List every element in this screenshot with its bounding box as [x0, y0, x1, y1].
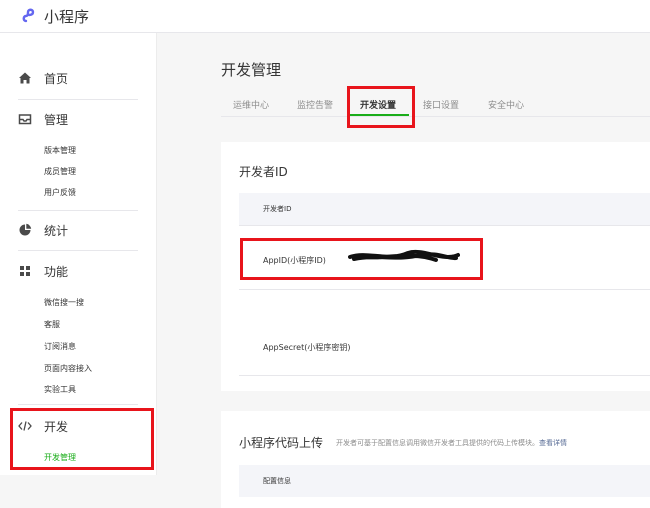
sidebar-item-label: 首页 — [44, 71, 69, 86]
table-header-label: 配置信息 — [263, 477, 291, 485]
sidebar-divider — [18, 99, 138, 100]
table-header: 开发者ID — [239, 193, 650, 225]
sidebar-subitem-version[interactable]: 版本管理 — [44, 145, 76, 156]
highlight-box-tab — [347, 86, 415, 128]
view-details-link[interactable]: 查看详情 — [539, 439, 567, 447]
app-name: 小程序 — [44, 8, 90, 26]
sidebar-subitem-members[interactable]: 成员管理 — [44, 166, 76, 177]
sidebar-subitem-lab-tools[interactable]: 实验工具 — [44, 384, 76, 395]
highlight-box-dev-nav — [10, 408, 154, 470]
tab-security-center[interactable]: 安全中心 — [488, 98, 524, 111]
sidebar-item-features[interactable]: 功能 — [18, 260, 68, 282]
card-title: 小程序代码上传 — [239, 436, 324, 450]
tab-monitoring[interactable]: 监控告警 — [297, 98, 333, 111]
row-divider — [239, 289, 650, 290]
sidebar-item-label: 统计 — [44, 223, 69, 238]
home-icon — [18, 71, 32, 85]
sidebar-item-stats[interactable]: 统计 — [18, 219, 68, 241]
tab-api-settings[interactable]: 接口设置 — [423, 98, 459, 111]
tabs-border — [221, 116, 650, 117]
sidebar-item-label: 管理 — [44, 112, 69, 127]
sidebar-subitem-wechat-search[interactable]: 微信搜一搜 — [44, 297, 84, 308]
card-description-text: 开发者可基于配置信息调用微信开发者工具提供的代码上传模块。 — [336, 439, 539, 447]
code-upload-card: 小程序代码上传 开发者可基于配置信息调用微信开发者工具提供的代码上传模块。查看详… — [221, 411, 650, 508]
miniprogram-logo-icon — [22, 8, 35, 23]
sidebar-divider — [18, 250, 138, 251]
sidebar-item-label: 功能 — [44, 264, 69, 279]
sidebar-subitem-feedback[interactable]: 用户反馈 — [44, 187, 76, 198]
highlight-box-appid — [240, 238, 483, 280]
sidebar-subitem-page-content[interactable]: 页面内容接入 — [44, 363, 92, 374]
sidebar-item-manage[interactable]: 管理 — [18, 108, 68, 130]
table-header-label: 开发者ID — [263, 205, 292, 213]
page-title: 开发管理 — [221, 61, 282, 79]
card-title: 开发者ID — [239, 165, 288, 179]
sidebar-item-home[interactable]: 首页 — [18, 67, 68, 89]
sidebar-divider — [18, 210, 138, 211]
stats-pie-icon — [18, 223, 32, 237]
manage-icon — [18, 112, 32, 126]
card-description: 开发者可基于配置信息调用微信开发者工具提供的代码上传模块。查看详情 — [336, 438, 567, 448]
appsecret-label: AppSecret(小程序密钥) — [263, 343, 351, 352]
top-bar: 小程序 — [0, 0, 650, 33]
row-divider — [239, 375, 650, 376]
row-divider — [239, 225, 650, 226]
table-header: 配置信息 — [239, 465, 650, 497]
tab-ops-center[interactable]: 运维中心 — [233, 98, 269, 111]
sidebar-subitem-subscribe-msg[interactable]: 订阅消息 — [44, 341, 76, 352]
features-grid-icon — [18, 264, 32, 278]
sidebar-subitem-customer-service[interactable]: 客服 — [44, 319, 60, 330]
sidebar-divider — [18, 404, 138, 405]
